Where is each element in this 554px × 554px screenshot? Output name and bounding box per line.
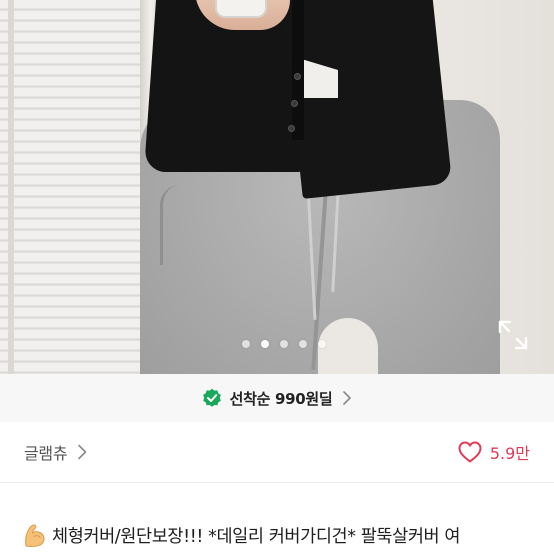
slide-dot[interactable] [318,340,326,348]
cardigan-placket [292,0,304,140]
shop-name-link[interactable]: 글램츄 [24,440,68,464]
sweatpants-pocket [160,185,184,265]
shop-row: 글램츄 5.9만 [0,422,554,482]
product-title-text: 체형커버/원단보장!!! *데일리 커버가디건* 팔뚝살커버 여 [52,526,461,547]
like-button[interactable]: 5.9만 [458,440,530,464]
slide-dot[interactable] [299,340,307,348]
background-door-edge [8,0,14,374]
chevron-right-icon[interactable] [77,444,87,460]
green-check-badge-icon [202,388,221,407]
likes-count: 5.9만 [489,444,530,463]
slide-dot[interactable] [242,340,250,348]
cardigan-button [288,125,295,132]
product-title: 체형커버/원단보장!!! *데일리 커버가디건* 팔뚝살커버 여 [22,520,554,550]
deal-label: 선착순 990원딜 [229,389,333,408]
slide-dot-active[interactable] [261,340,269,348]
section-divider [0,482,554,483]
slide-indicator [0,340,554,348]
background-shutter-door [0,0,140,374]
cardigan-button [294,73,301,80]
chevron-right-icon [343,391,352,405]
cardigan-button [291,100,298,107]
deal-banner[interactable]: 선착순 990원딜 [0,374,554,422]
model-phone [215,0,267,18]
model-cardigan-right [282,0,453,199]
slide-dot[interactable] [280,340,288,348]
product-image[interactable] [0,0,554,374]
flexed-biceps-emoji-icon [25,524,45,548]
heart-outline-icon [458,441,482,463]
